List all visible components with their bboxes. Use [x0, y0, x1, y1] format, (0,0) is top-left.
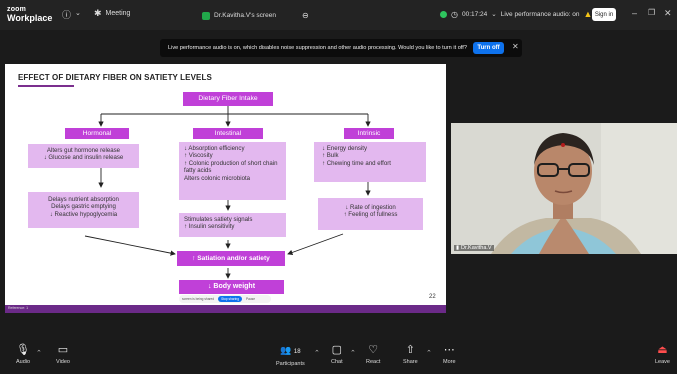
- shared-screen-label: Dr.Kavitha.V's screen: [214, 12, 276, 19]
- intrinsic-box-1: ↓ Energy density ↑ Bulk ↑ Chewing time a…: [314, 142, 426, 182]
- turn-off-button[interactable]: Turn off: [473, 42, 504, 54]
- close-icon[interactable]: ✕: [664, 8, 672, 19]
- audio-notification-banner: Live performance audio is on, which disa…: [160, 39, 522, 57]
- banner-message: Live performance audio is on, which disa…: [168, 45, 467, 51]
- text-line: Delays nutrient absorption: [48, 196, 119, 203]
- encryption-shield-icon: [440, 10, 447, 18]
- text-line: ↑ Viscosity: [184, 152, 213, 160]
- meeting-menu[interactable]: ✱ Meeting: [94, 8, 130, 19]
- audio-label: Audio: [16, 359, 31, 365]
- slide-reference: Reference: 1: [8, 306, 29, 310]
- participants-button[interactable]: 👥 18 Participants: [276, 344, 305, 367]
- more-button[interactable]: ⋯ More: [443, 344, 456, 365]
- heart-icon: ♡: [368, 344, 379, 356]
- share-pill-text: screen is being shared: [182, 297, 215, 301]
- chat-options-caret-icon[interactable]: ⌃: [350, 349, 356, 357]
- intrinsic-box-2: ↓ Rate of ingestion ↑ Feeling of fullnes…: [318, 198, 423, 230]
- satiation-box: ↑ Satiation and/or satiety: [177, 251, 285, 266]
- text-line: Alters colonic microbiota: [184, 174, 251, 182]
- video-label: Video: [56, 359, 70, 365]
- intestinal-box-2: Stimulates satiety signals ↑ Insulin sen…: [179, 213, 286, 237]
- text-line: ↑ Chewing time and effort: [322, 159, 391, 167]
- text-line: ↑ Colonic production of short chain fatt…: [184, 159, 278, 175]
- zoom-logo: zoom Workplace: [7, 5, 52, 23]
- intrinsic-header: Intrinsic: [344, 128, 394, 139]
- text-line: ↑ Bulk: [322, 152, 339, 160]
- text-line: Alters gut hormone release: [46, 147, 121, 154]
- leave-label: Leave: [655, 359, 670, 365]
- text-line: ↓ Reactive hypoglycemia: [49, 210, 118, 218]
- text-line: ↓ Energy density: [322, 145, 368, 152]
- speaker-video-frame: [451, 123, 677, 254]
- chat-label: Chat: [331, 359, 343, 365]
- audio-options-caret-icon[interactable]: ⌃: [36, 349, 42, 357]
- text-line: ↓ Rate of ingestion: [345, 204, 396, 211]
- meeting-toolbar: 🎙 Audio ⌃ ▭ Video 👥 18 Participants ⌃ ▢ …: [0, 340, 677, 374]
- shared-screen-tab[interactable]: Dr.Kavitha.V's screen ⊖: [202, 9, 309, 22]
- title-bar: zoom Workplace ⓘ ⌄ ✱ Meeting Dr.Kavitha.…: [0, 0, 677, 30]
- more-label: More: [443, 359, 456, 365]
- text-line: ↓ Glucose and insulin release: [43, 154, 124, 162]
- participant-name-tag: ▮ Dr.Kavitha.V: [454, 245, 494, 251]
- text-line: Delays gastric emptying: [51, 203, 116, 211]
- meeting-label: Meeting: [105, 10, 131, 17]
- close-icon[interactable]: ✕: [512, 42, 519, 51]
- participants-icon: 👥 18: [280, 345, 301, 355]
- clock-icon: ◷: [451, 9, 458, 19]
- share-screen-icon: [202, 11, 210, 20]
- text-line: ↑ Insulin sensitivity: [184, 223, 235, 231]
- hormonal-box-2: Delays nutrient absorption Delays gastri…: [28, 192, 139, 228]
- sharing-control-pill: screen is being shared Stop sharing Paus…: [179, 295, 271, 303]
- chevron-down-icon[interactable]: ⌄: [75, 9, 81, 17]
- more-icon: ⋯: [443, 344, 455, 356]
- slide-footer-strip: [5, 305, 446, 313]
- info-icon[interactable]: ⓘ: [62, 8, 71, 21]
- participants-label: Participants: [276, 361, 305, 367]
- text-line: ↑ Feeling of fullness: [343, 211, 398, 219]
- intestinal-box-1: ↓ Absorption efficiency ↑ Viscosity ↑ Co…: [179, 142, 286, 200]
- logo-brand: Workplace: [7, 13, 53, 23]
- audio-status-text[interactable]: Live performance audio: on: [501, 11, 580, 18]
- text-line: ↓ Absorption efficiency: [184, 145, 245, 152]
- restore-icon[interactable]: ❐: [648, 8, 655, 17]
- meeting-icon: ✱: [94, 8, 102, 18]
- participants-count: 18: [293, 349, 301, 355]
- pause-share-button[interactable]: Pause: [246, 297, 255, 301]
- react-label: React: [366, 359, 381, 365]
- chat-icon: ▢: [331, 344, 343, 356]
- chevron-down-icon[interactable]: ⌄: [491, 10, 496, 18]
- audio-button[interactable]: 🎙 Audio: [16, 344, 30, 365]
- participant-name: Dr.Kavitha.V: [461, 245, 492, 251]
- dietary-fiber-box: Dietary Fiber Intake: [183, 92, 273, 106]
- shared-slide: EFFECT OF DIETARY FIBER ON SATIETY LEVEL…: [5, 64, 446, 313]
- participants-options-caret-icon[interactable]: ⌃: [314, 349, 320, 357]
- meeting-timer: 00:17:24: [461, 10, 488, 18]
- intestinal-header: Intestinal: [193, 128, 263, 139]
- share-button[interactable]: ⇧ Share: [403, 344, 418, 365]
- sign-in-button[interactable]: Sign in: [592, 8, 616, 21]
- view-options-icon[interactable]: ⊖: [302, 11, 309, 20]
- page-number: 22: [429, 294, 436, 300]
- signal-icon: ▮: [456, 245, 460, 251]
- zoom-window: zoom Workplace ⓘ ⌄ ✱ Meeting Dr.Kavitha.…: [0, 0, 677, 374]
- video-camera-icon: ▭: [57, 344, 69, 356]
- meeting-status: ◷ 00:17:24 ⌄ Live performance audio: on …: [440, 9, 605, 19]
- video-button[interactable]: ▭ Video: [56, 344, 70, 365]
- minimize-icon[interactable]: –: [632, 8, 637, 18]
- body-weight-box: ↓ Body weight: [179, 280, 284, 294]
- leave-icon: ⏏: [657, 344, 668, 356]
- chat-button[interactable]: ▢ Chat: [331, 344, 343, 365]
- text-line: Stimulates satiety signals: [184, 216, 253, 223]
- leave-button[interactable]: ⏏ Leave: [655, 344, 670, 365]
- share-screen-icon: ⇧: [405, 344, 415, 356]
- hormonal-box-1: Alters gut hormone release ↓ Glucose and…: [28, 144, 139, 168]
- share-label: Share: [403, 359, 418, 365]
- participant-video[interactable]: ▮ Dr.Kavitha.V: [451, 123, 677, 254]
- hormonal-header: Hormonal: [65, 128, 129, 139]
- react-button[interactable]: ♡ React: [366, 344, 380, 365]
- microphone-icon: 🎙: [16, 344, 31, 356]
- stop-sharing-button[interactable]: Stop sharing: [218, 296, 242, 302]
- share-options-caret-icon[interactable]: ⌃: [426, 349, 432, 357]
